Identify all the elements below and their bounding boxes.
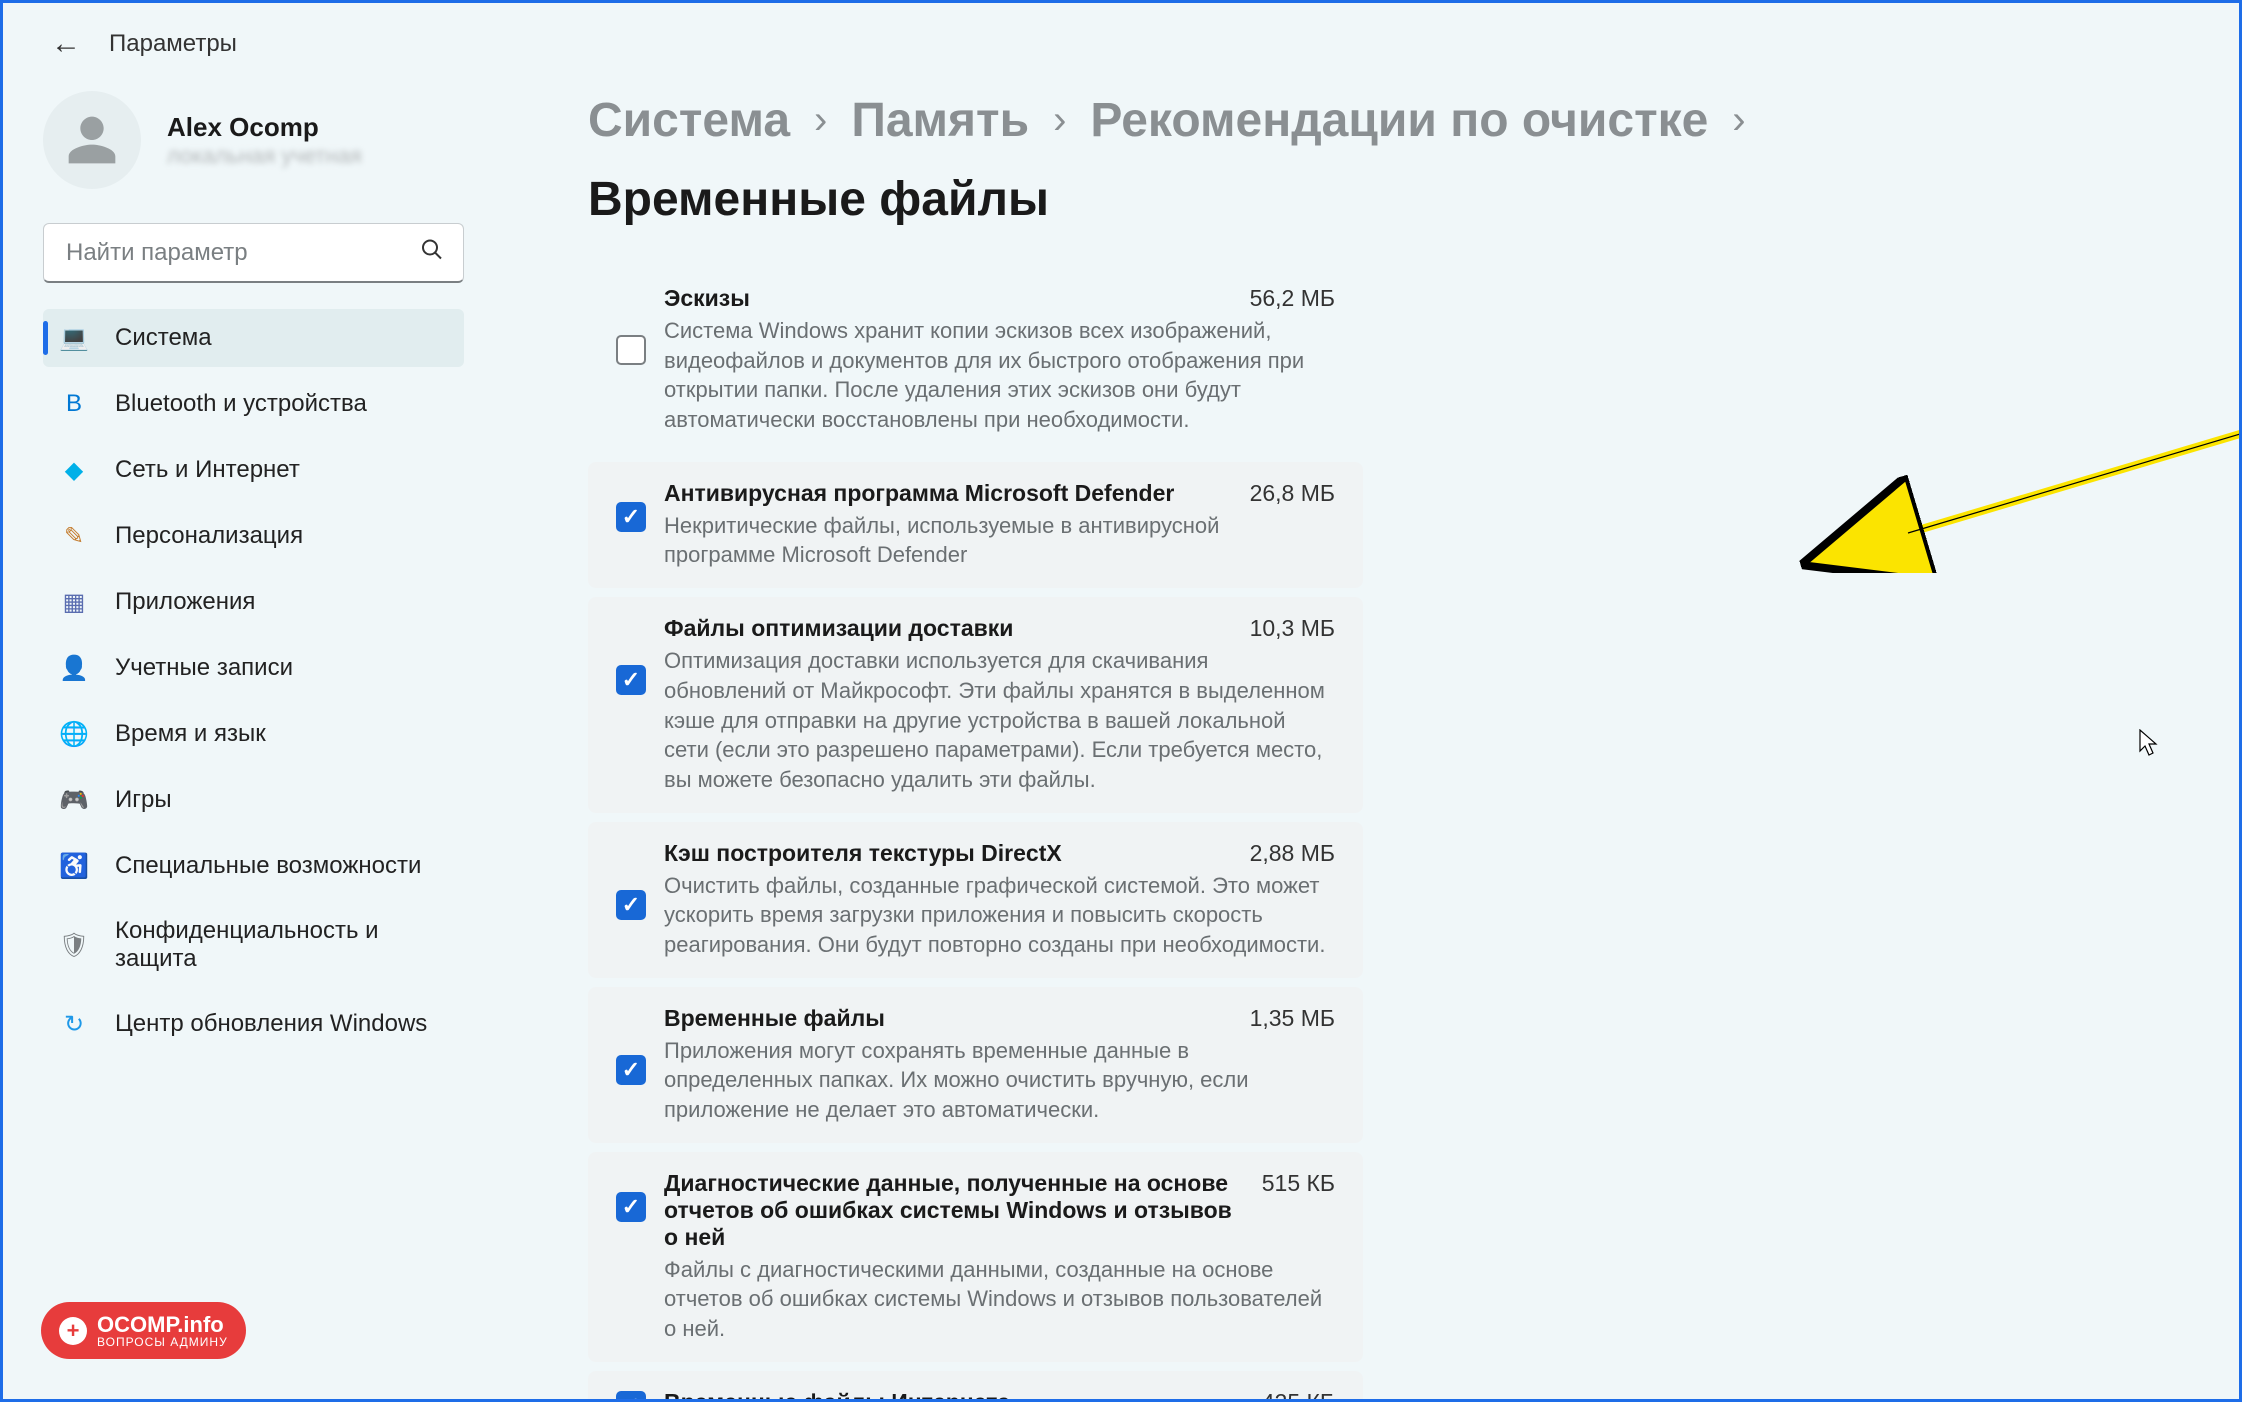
item-description: Оптимизация доставки используется для ск… xyxy=(664,646,1335,794)
breadcrumb: Система›Память›Рекомендации по очистке›В… xyxy=(588,93,2179,227)
nav-icon: ▦ xyxy=(59,587,89,617)
nav-icon: ✎ xyxy=(59,521,89,551)
nav-label: Учетные записи xyxy=(115,654,293,682)
search-icon xyxy=(420,238,444,269)
nav-label: Игры xyxy=(115,786,172,814)
breadcrumb-item[interactable]: Рекомендации по очистке xyxy=(1090,93,1708,148)
chevron-right-icon: › xyxy=(1732,98,1745,143)
nav-icon: 👤 xyxy=(59,653,89,683)
item-description: Система Windows хранит копии эскизов все… xyxy=(664,316,1335,435)
item-title: Антивирусная программа Microsoft Defende… xyxy=(664,480,1174,507)
nav-list: 💻 Система B Bluetooth и устройства ◆ Сеть и И… xyxy=(43,309,464,1061)
nav-icon: B xyxy=(59,389,89,419)
sidebar-item-8[interactable]: ♿ Специальные возможности xyxy=(43,837,464,895)
item-title: Временные файлы xyxy=(664,1005,885,1032)
user-profile[interactable]: Alex Ocomp локальная учетная xyxy=(43,91,464,189)
nav-icon: 💻 xyxy=(59,323,89,353)
breadcrumb-item: Временные файлы xyxy=(588,172,1049,227)
user-sub: локальная учетная xyxy=(167,143,362,169)
sidebar-item-6[interactable]: 🌐 Время и язык xyxy=(43,705,464,763)
nav-label: Bluetooth и устройства xyxy=(115,390,367,418)
nav-icon: 🌐 xyxy=(59,719,89,749)
sidebar-item-7[interactable]: 🎮 Игры xyxy=(43,771,464,829)
cleanup-item[interactable]: Временные файлы 1,35 МБ Приложения могут с… xyxy=(588,987,1363,1143)
item-size: 425 КБ xyxy=(1262,1389,1335,1399)
checkbox[interactable] xyxy=(616,502,646,532)
sidebar-item-1[interactable]: B Bluetooth и устройства xyxy=(43,375,464,433)
nav-icon: 🛡 xyxy=(59,930,89,960)
item-size: 2,88 МБ xyxy=(1250,840,1335,867)
item-size: 56,2 МБ xyxy=(1250,285,1335,312)
titlebar: ← Параметры xyxy=(3,3,2239,73)
cleanup-item[interactable]: Файлы оптимизации доставки 10,3 МБ Оптимиз… xyxy=(588,597,1363,812)
chevron-right-icon: › xyxy=(814,98,827,143)
item-description: Очистить файлы, созданные графической си… xyxy=(664,871,1335,960)
user-name: Alex Ocomp xyxy=(167,112,362,143)
checkbox[interactable] xyxy=(616,890,646,920)
person-icon xyxy=(64,112,120,168)
nav-label: Персонализация xyxy=(115,522,303,550)
nav-label: Сеть и Интернет xyxy=(115,456,300,484)
sidebar-item-5[interactable]: 👤 Учетные записи xyxy=(43,639,464,697)
sidebar-item-9[interactable]: 🛡 Конфиденциальность и защита xyxy=(43,903,464,987)
chevron-right-icon: › xyxy=(1053,98,1066,143)
checkbox[interactable] xyxy=(616,1192,646,1222)
breadcrumb-item[interactable]: Память xyxy=(851,93,1029,148)
nav-label: Система xyxy=(115,324,212,352)
item-title: Диагностические данные, полученные на ос… xyxy=(664,1170,1242,1251)
item-title: Кэш построителя текстуры DirectX xyxy=(664,840,1062,867)
main-content: Система›Память›Рекомендации по очистке›В… xyxy=(498,73,2239,1399)
cleanup-item[interactable]: Антивирусная программа Microsoft Defende… xyxy=(588,462,1363,588)
item-description: Некритические файлы, используемые в анти… xyxy=(664,511,1335,570)
item-size: 10,3 МБ xyxy=(1250,615,1335,642)
avatar xyxy=(43,91,141,189)
nav-icon: ◆ xyxy=(59,455,89,485)
nav-label: Время и язык xyxy=(115,720,266,748)
item-size: 1,35 МБ xyxy=(1250,1005,1335,1032)
search-field[interactable] xyxy=(43,223,464,283)
checkbox[interactable] xyxy=(616,1055,646,1085)
item-description: Приложения могут сохранять временные дан… xyxy=(664,1036,1335,1125)
sidebar-item-4[interactable]: ▦ Приложения xyxy=(43,573,464,631)
nav-icon: 🎮 xyxy=(59,785,89,815)
sidebar-item-10[interactable]: ↻ Центр обновления Windows xyxy=(43,995,464,1053)
nav-label: Приложения xyxy=(115,588,255,616)
sidebar-item-2[interactable]: ◆ Сеть и Интернет xyxy=(43,441,464,499)
cleanup-item[interactable]: Временные файлы Интернета 425 КБ xyxy=(588,1371,1363,1399)
item-description: Файлы с диагностическими данными, создан… xyxy=(664,1255,1335,1344)
nav-icon: ↻ xyxy=(59,1009,89,1039)
checkbox[interactable] xyxy=(616,665,646,695)
watermark: + OCOMP.info ВОПРОСЫ АДМИНУ xyxy=(41,1302,246,1359)
cleanup-item-list: Эскизы 56,2 МБ Система Windows хранит копи… xyxy=(588,267,1363,1399)
cleanup-item[interactable]: Диагностические данные, полученные на ос… xyxy=(588,1152,1363,1362)
item-title: Эскизы xyxy=(664,285,750,312)
sidebar-item-3[interactable]: ✎ Персонализация xyxy=(43,507,464,565)
window-title: Параметры xyxy=(109,30,237,58)
nav-label: Специальные возможности xyxy=(115,852,421,880)
search-input[interactable] xyxy=(43,223,464,283)
cursor-icon xyxy=(2138,729,2160,764)
item-title: Временные файлы Интернета xyxy=(664,1389,1010,1399)
sidebar: Alex Ocomp локальная учетная 💻 Система B Bl… xyxy=(3,73,498,1399)
nav-label: Центр обновления Windows xyxy=(115,1010,427,1038)
back-icon[interactable]: ← xyxy=(51,27,81,61)
item-size: 515 КБ xyxy=(1262,1170,1335,1251)
item-title: Файлы оптимизации доставки xyxy=(664,615,1013,642)
breadcrumb-item[interactable]: Система xyxy=(588,93,790,148)
nav-icon: ♿ xyxy=(59,851,89,881)
cleanup-item[interactable]: Кэш построителя текстуры DirectX 2,88 МБ О… xyxy=(588,822,1363,978)
nav-label: Конфиденциальность и защита xyxy=(115,917,448,973)
checkbox[interactable] xyxy=(616,1391,646,1399)
cleanup-item[interactable]: Эскизы 56,2 МБ Система Windows хранит копи… xyxy=(588,267,1363,453)
sidebar-item-0[interactable]: 💻 Система xyxy=(43,309,464,367)
checkbox[interactable] xyxy=(616,335,646,365)
item-size: 26,8 МБ xyxy=(1250,480,1335,507)
